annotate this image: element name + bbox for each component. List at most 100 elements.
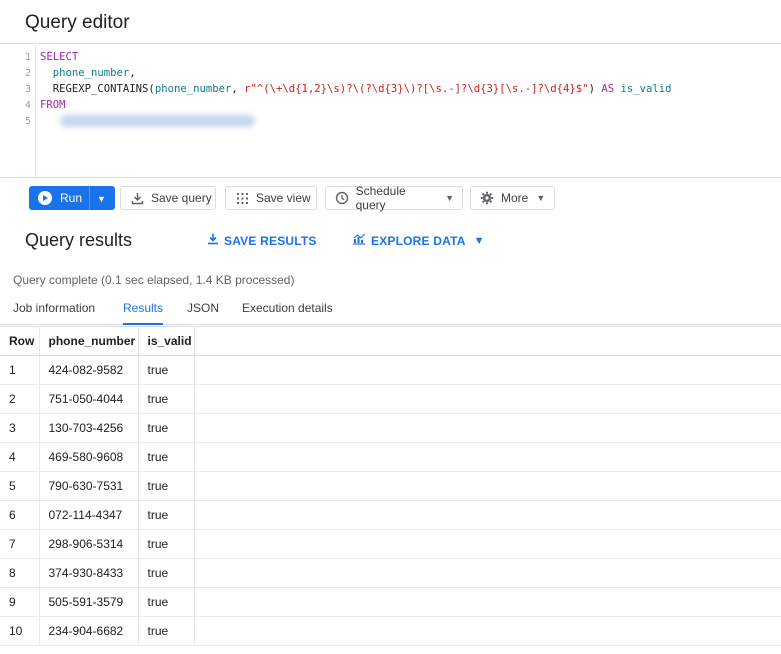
phone-number-cell: 072-114-4347	[39, 500, 139, 530]
chevron-down-icon: ▼	[445, 193, 454, 203]
row-filler	[194, 384, 781, 414]
query-editor-header: Query editor	[0, 0, 781, 44]
column-filler	[194, 326, 781, 356]
column-header-is-valid: is_valid	[138, 326, 195, 356]
is-valid-cell: true	[138, 471, 195, 501]
column-header-phone-number: phone_number	[39, 326, 139, 356]
save-query-label: Save query	[151, 191, 212, 205]
run-options-chevron-down-icon[interactable]: ▼	[97, 194, 106, 204]
row-filler	[194, 413, 781, 443]
row-filler	[194, 616, 781, 646]
chevron-down-icon: ▼	[536, 193, 546, 203]
tab-json[interactable]: JSON	[187, 301, 219, 325]
row-number-cell: 5	[0, 471, 40, 501]
table-row: 5 790-630-7531 true	[0, 471, 781, 501]
row-filler	[194, 500, 781, 530]
line-number-gutter: 1 2 3 4 5	[0, 45, 36, 178]
table-row: 1 424-082-9582 true	[0, 355, 781, 385]
row-number-cell: 9	[0, 587, 40, 617]
phone-number-cell: 505-591-3579	[39, 587, 139, 617]
query-results-title: Query results	[25, 230, 133, 250]
table-row: 7 298-906-5314 true	[0, 529, 781, 559]
is-valid-cell: true	[138, 384, 195, 414]
code-line-1: SELECT	[40, 51, 78, 63]
clock-icon	[334, 190, 350, 206]
results-table: Row phone_number is_valid 1 424-082-9582 t…	[0, 326, 781, 646]
explore-data-button[interactable]: EXPLORE DATA ▼	[352, 233, 485, 248]
is-valid-cell: true	[138, 558, 195, 588]
query-results-header: Query results SAVE RESULTS EXPLORE DATA …	[0, 220, 781, 260]
code-line-3: REGEXP_CONTAINS(phone_number, r"^(\+\d{1…	[40, 83, 672, 95]
phone-number-cell: 469-580-9608	[39, 442, 139, 472]
is-valid-cell: true	[138, 587, 195, 617]
column-header-row: Row	[0, 326, 40, 356]
is-valid-cell: true	[138, 355, 195, 385]
row-number-cell: 3	[0, 413, 40, 443]
is-valid-cell: true	[138, 500, 195, 530]
grid-view-icon	[234, 190, 250, 206]
is-valid-cell: true	[138, 413, 195, 443]
sql-punctuation: ,	[231, 83, 245, 95]
schedule-query-label: Schedule query	[355, 184, 406, 212]
row-number-cell: 7	[0, 529, 40, 559]
sql-string-literal: r"^(\+\d{1,2}\s)?\(?\d{3}\)?[\s.-]?\d{3}…	[244, 83, 589, 95]
sql-alias: is_valid	[620, 83, 672, 95]
row-number-cell: 2	[0, 384, 40, 414]
explore-data-label: EXPLORE DATA	[371, 233, 466, 248]
is-valid-cell: true	[138, 529, 195, 559]
phone-number-cell: 130-703-4256	[39, 413, 139, 443]
code-line-2: phone_number,	[40, 67, 136, 79]
run-label: Run	[60, 191, 83, 205]
save-results-button[interactable]: SAVE RESULTS	[207, 233, 317, 248]
phone-number-cell: 374-930-8433	[39, 558, 139, 588]
save-query-button[interactable]: Save query	[120, 186, 216, 210]
schedule-query-button[interactable]: Schedule query ▼	[325, 184, 463, 212]
table-row: 4 469-580-9608 true	[0, 442, 781, 472]
tab-results[interactable]: Results	[123, 301, 164, 325]
row-filler	[194, 587, 781, 617]
save-view-button[interactable]: Save view	[225, 186, 317, 210]
sql-punctuation: )	[588, 83, 602, 95]
code-line-5	[40, 115, 255, 130]
tab-execution-details[interactable]: Execution details	[242, 301, 333, 325]
table-row: 2 751-050-4044 true	[0, 384, 781, 414]
tab-job-information[interactable]: Job information	[13, 301, 95, 325]
row-filler	[194, 355, 781, 385]
run-button[interactable]: Run ▼	[29, 186, 115, 210]
redacted-table-name	[60, 115, 255, 127]
line-number: 2	[24, 68, 31, 79]
row-filler	[194, 471, 781, 501]
sql-code-editor[interactable]: 1 2 3 4 5 SELECT phone_number, REGEXP_CO…	[0, 45, 781, 178]
query-status-text: Query complete (0.1 sec elapsed, 1.4 KB …	[13, 273, 295, 287]
sql-identifier: phone_number	[52, 67, 130, 79]
phone-number-cell: 790-630-7531	[39, 471, 139, 501]
query-editor-title: Query editor	[25, 12, 130, 33]
is-valid-cell: true	[138, 442, 195, 472]
line-number: 3	[24, 84, 31, 95]
row-filler	[194, 558, 781, 588]
query-toolbar: Run ▼ Save query Save view Schedule quer…	[0, 179, 781, 217]
row-number-cell: 6	[0, 500, 40, 530]
phone-number-cell: 424-082-9582	[39, 355, 139, 385]
chevron-down-icon: ▼	[473, 234, 485, 247]
code-line-4: FROM	[40, 99, 66, 111]
sql-identifier: phone_number	[154, 83, 232, 95]
more-label: More	[501, 191, 529, 205]
phone-number-cell: 751-050-4044	[39, 384, 139, 414]
play-icon	[38, 191, 52, 205]
row-number-cell: 4	[0, 442, 40, 472]
row-number-cell: 1	[0, 355, 40, 385]
line-number: 1	[24, 52, 31, 63]
row-filler	[194, 442, 781, 472]
chart-icon	[352, 233, 366, 248]
is-valid-cell: true	[138, 616, 195, 646]
row-number-cell: 10	[0, 616, 40, 646]
sql-keyword: SELECT	[40, 51, 79, 63]
table-row: 3 130-703-4256 true	[0, 413, 781, 443]
table-row: 8 374-930-8433 true	[0, 558, 781, 588]
row-filler	[194, 529, 781, 559]
gear-icon	[479, 190, 495, 206]
more-button[interactable]: More ▼	[470, 186, 555, 210]
table-row: 6 072-114-4347 true	[0, 500, 781, 530]
phone-number-cell: 298-906-5314	[39, 529, 139, 559]
